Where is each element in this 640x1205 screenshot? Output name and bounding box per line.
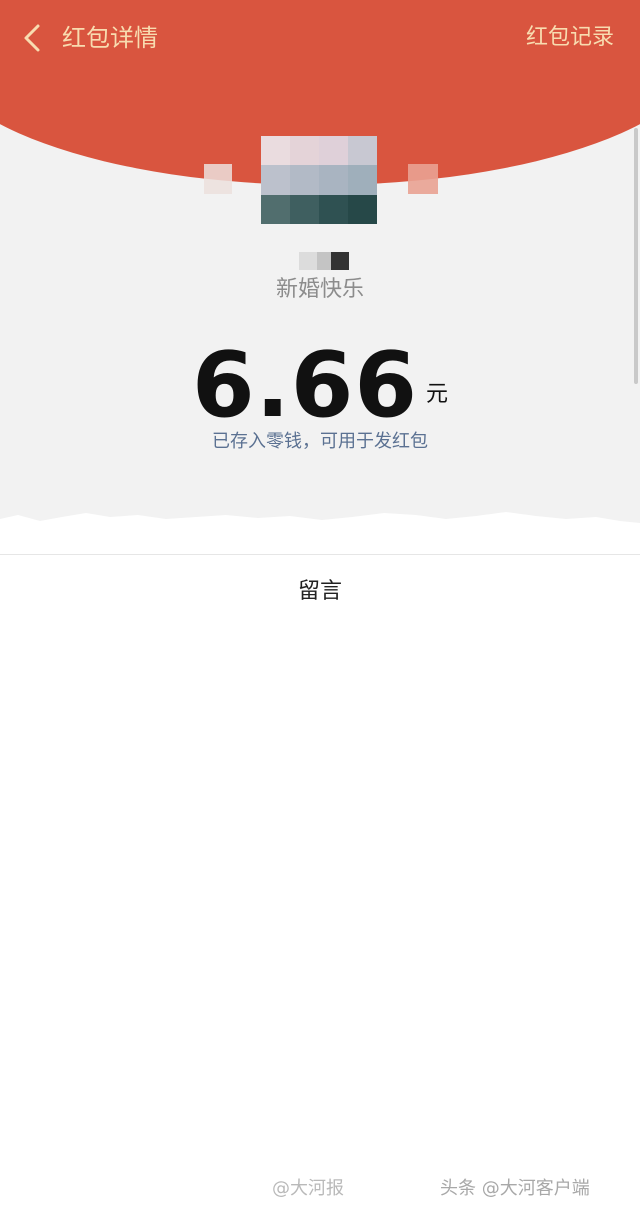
section-divider <box>0 554 640 555</box>
chevron-left-icon <box>24 24 40 52</box>
red-packet-detail-page: 红包详情 红包记录 新婚快乐 6.66 元 已存入零钱，可用于发红包 留言 @大… <box>0 0 640 1205</box>
red-packet-records-link[interactable]: 红包记录 <box>526 20 614 56</box>
weibo-watermark: @大河报 <box>272 1178 344 1199</box>
greeting-message: 新婚快乐 <box>275 277 364 302</box>
amount-row: 6.66 元 <box>0 336 640 436</box>
packet-top-section: 红包详情 红包记录 新婚快乐 6.66 元 已存入零钱，可用于发红包 <box>0 0 640 555</box>
pixelated-blur-right <box>408 164 438 194</box>
amount-value: 6.66 <box>191 333 419 438</box>
back-button[interactable] <box>12 16 52 60</box>
pixelated-blur-left <box>204 164 232 194</box>
sender-name-pixelated <box>299 252 349 270</box>
torn-paper-edge <box>0 512 640 555</box>
amount-unit: 元 <box>426 382 449 407</box>
toutiao-watermark: 头条 @大河客户端 <box>440 1178 590 1199</box>
scrollbar[interactable] <box>634 128 638 384</box>
messages-section-title: 留言 <box>297 579 342 604</box>
saved-to-change-link[interactable]: 已存入零钱，可用于发红包 <box>0 428 640 456</box>
top-nav-bar: 红包详情 红包记录 <box>0 0 640 76</box>
sender-avatar[interactable] <box>261 136 377 224</box>
page-title: 红包详情 <box>62 24 158 52</box>
